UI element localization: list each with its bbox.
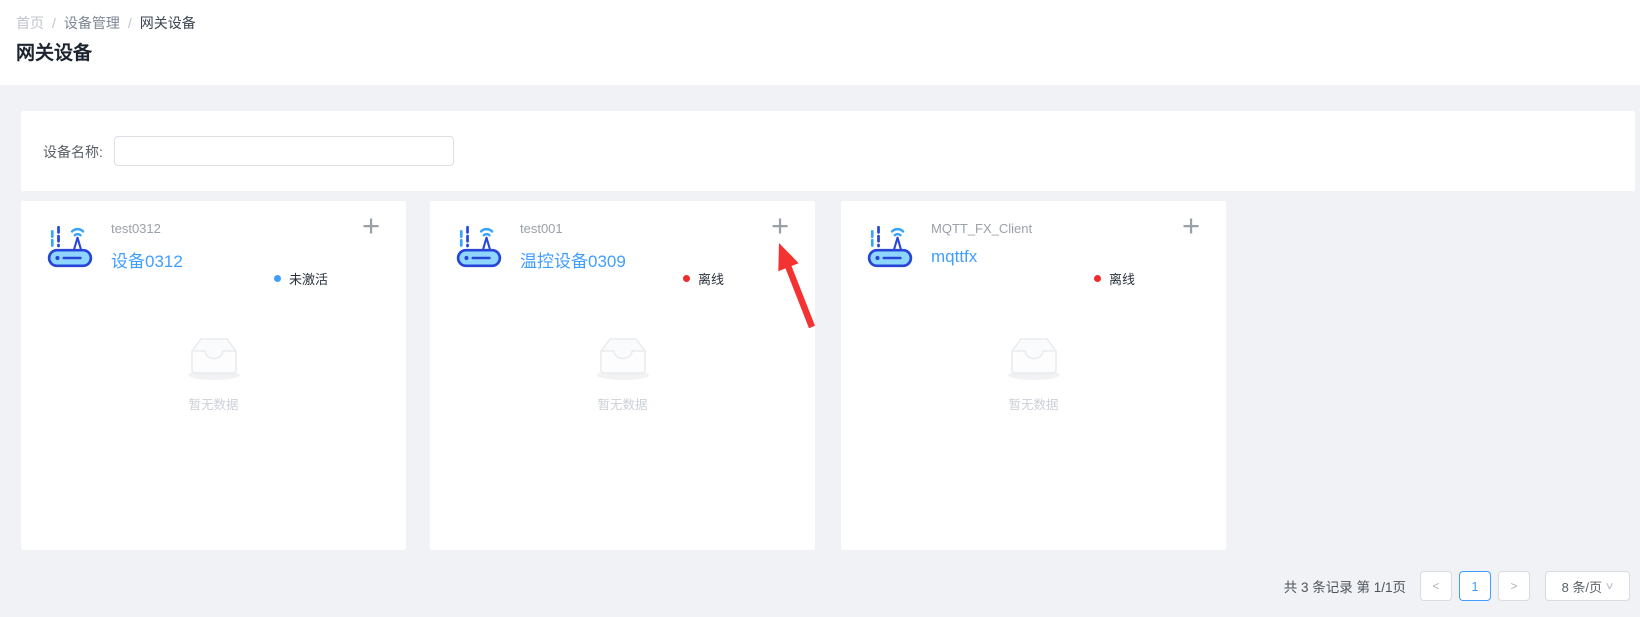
chevron-left-icon: < [1432,579,1439,593]
device-code: test001 [520,221,563,236]
page-size-label: 8 条/页 [1562,577,1602,596]
breadcrumb-home[interactable]: 首页 [16,13,44,33]
empty-text: 暂无数据 [430,394,815,413]
device-card: test0312 设备0312 未激活 + 暂无数据 [21,201,406,550]
device-name-link[interactable]: 设备0312 [111,247,183,272]
prev-page-button[interactable]: < [1420,571,1452,601]
device-card: MQTT_FX_Client mqttfx 离线 + 暂无数据 [841,201,1226,550]
breadcrumb-current: 网关设备 [140,13,196,33]
device-status: 离线 [1094,269,1135,288]
empty-text: 暂无数据 [21,394,406,413]
pagination-summary: 共 3 条记录 第 1/1页 [1284,576,1406,596]
add-subdevice-button[interactable]: + [766,209,794,243]
device-name-label: 设备名称: [43,142,103,162]
breadcrumb-separator: / [52,15,56,31]
page-title: 网关设备 [16,38,92,65]
empty-state: 暂无数据 [841,331,1226,413]
status-dot-icon [274,275,281,282]
status-label: 未激活 [289,269,328,288]
empty-state: 暂无数据 [430,331,815,413]
router-icon [454,222,504,270]
breadcrumb-separator: / [128,15,132,31]
page-number-button[interactable]: 1 [1459,571,1491,601]
empty-state: 暂无数据 [21,331,406,413]
page-header: 首页 / 设备管理 / 网关设备 网关设备 [0,0,1640,85]
status-dot-icon [1094,275,1101,282]
device-name-link[interactable]: mqttfx [931,247,977,267]
page-size-select[interactable]: 8 条/页 ∨ [1545,571,1630,601]
status-label: 离线 [1109,269,1135,288]
router-icon [45,222,95,270]
breadcrumb: 首页 / 设备管理 / 网关设备 [16,13,196,33]
filter-card: 设备名称: [21,111,1635,191]
chevron-down-icon: ∨ [1605,581,1615,592]
device-status: 未激活 [274,269,328,288]
device-code: test0312 [111,221,161,236]
empty-box-icon [587,331,659,383]
chevron-right-icon: > [1510,579,1517,593]
breadcrumb-device-management[interactable]: 设备管理 [64,13,120,33]
add-subdevice-button[interactable]: + [357,209,385,243]
device-name-link[interactable]: 温控设备0309 [520,247,626,272]
status-label: 离线 [698,269,724,288]
device-status: 离线 [683,269,724,288]
page-number-label: 1 [1471,579,1478,594]
device-code: MQTT_FX_Client [931,221,1032,236]
pagination: 共 3 条记录 第 1/1页 < 1 > 8 条/页 ∨ [0,571,1630,601]
status-dot-icon [683,275,690,282]
next-page-button[interactable]: > [1498,571,1530,601]
add-subdevice-button[interactable]: + [1177,209,1205,243]
empty-text: 暂无数据 [841,394,1226,413]
empty-box-icon [998,331,1070,383]
device-name-input[interactable] [114,136,454,166]
router-icon [865,222,915,270]
empty-box-icon [178,331,250,383]
device-card: test001 温控设备0309 离线 + 暂无数据 [430,201,815,550]
